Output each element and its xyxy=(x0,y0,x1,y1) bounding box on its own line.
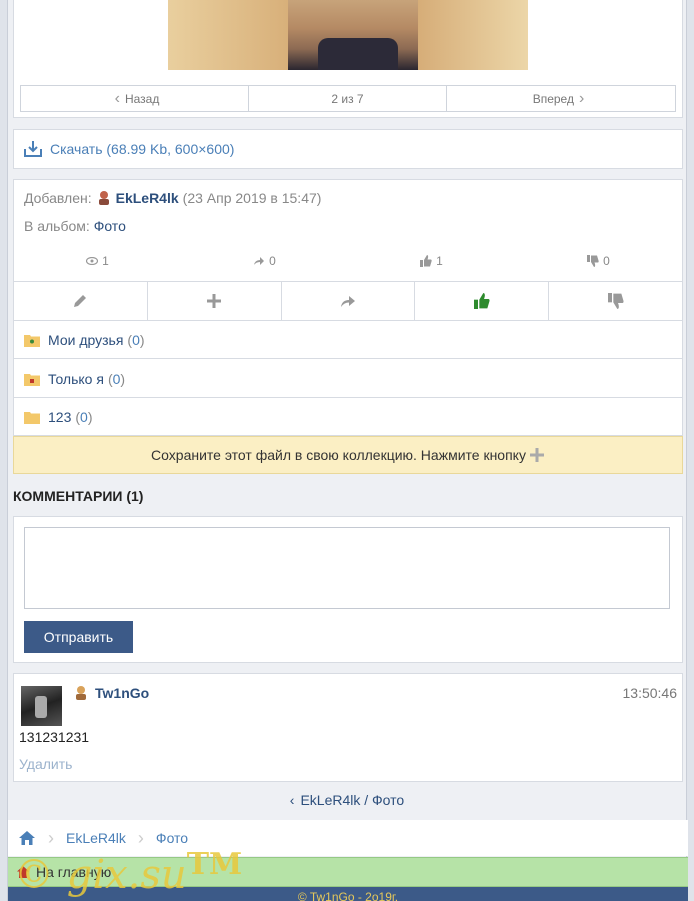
prev-button[interactable]: ‹ Назад xyxy=(21,86,249,111)
home-bar[interactable]: На главную xyxy=(8,857,688,887)
action-bar xyxy=(14,281,682,321)
home-icon xyxy=(17,866,29,878)
pencil-icon xyxy=(74,295,87,307)
folder-row[interactable]: Мои друзья (0) xyxy=(14,321,682,359)
share-icon xyxy=(254,257,265,265)
home-icon[interactable] xyxy=(18,830,36,846)
views-stat: 1 xyxy=(14,254,181,268)
chevron-left-icon: ‹ xyxy=(114,89,120,107)
shares-stat: 0 xyxy=(181,254,348,268)
chevron-right-icon: › xyxy=(137,827,144,848)
collection-notice: Сохраните этот файл в свою коллекцию. На… xyxy=(13,436,683,474)
chevron-left-icon: ‹ xyxy=(289,792,295,808)
share-icon xyxy=(340,296,355,307)
folder-row[interactable]: Только я (0) xyxy=(14,360,682,398)
download-link[interactable]: Скачать (68.99 Kb, 600×600) xyxy=(50,141,234,157)
dislikes-stat: 0 xyxy=(515,254,682,268)
add-to-collection-button[interactable] xyxy=(148,282,282,320)
chevron-right-icon: › xyxy=(578,89,585,107)
avatar[interactable] xyxy=(21,686,62,726)
pager-position: 2 из 7 xyxy=(249,86,447,111)
user-avatar-icon xyxy=(98,191,109,205)
folder-friends-icon xyxy=(24,334,40,347)
page: ‹ Назад 2 из 7 Вперед › Скачать (68.99 K… xyxy=(7,0,688,901)
thumbs-down-icon xyxy=(607,293,624,309)
folder-private-icon xyxy=(24,373,40,386)
thumbs-up-icon xyxy=(420,255,432,267)
breadcrumb-item[interactable]: EkLeR4lk xyxy=(66,830,126,846)
added-date: (23 Апр 2019 в 15:47) xyxy=(182,190,322,206)
plus-icon xyxy=(207,294,222,308)
author-link[interactable]: EkLeR4lk xyxy=(116,190,179,206)
footer: © Tw1nGo - 2o19г. xyxy=(8,887,688,901)
added-row: Добавлен: EkLeR4lk (23 Апр 2019 в 15:47) xyxy=(24,190,322,206)
file-info-card: Добавлен: EkLeR4lk (23 Апр 2019 в 15:47)… xyxy=(13,179,683,436)
next-button[interactable]: Вперед › xyxy=(447,86,675,111)
photo-card: ‹ Назад 2 из 7 Вперед › xyxy=(13,0,683,118)
comment-item: Tw1nGo 13:50:46 131231231 Удалить xyxy=(13,673,683,782)
comments-title: КОММЕНТАРИИ (1) xyxy=(13,488,144,504)
user-status-icon xyxy=(76,686,86,700)
comment-author[interactable]: Tw1nGo xyxy=(95,685,149,701)
folder-row[interactable]: 123 (0) xyxy=(14,398,682,436)
eye-icon xyxy=(86,257,99,265)
like-button[interactable] xyxy=(415,282,550,320)
plus-icon xyxy=(529,448,544,462)
back-link[interactable]: ‹ EkLeR4lk / Фото xyxy=(8,792,686,808)
share-button[interactable] xyxy=(282,282,416,320)
delete-comment-link[interactable]: Удалить xyxy=(19,756,72,772)
submit-button[interactable]: Отправить xyxy=(24,621,133,653)
comment-time: 13:50:46 xyxy=(622,685,678,701)
stats-row: 1 0 1 0 xyxy=(14,254,682,268)
breadcrumb: › EkLeR4lk › Фото xyxy=(8,820,688,856)
download-card: Скачать (68.99 Kb, 600×600) xyxy=(13,129,683,169)
photo-image[interactable] xyxy=(168,0,528,70)
comment-text: 131231231 xyxy=(19,729,90,745)
comment-form: Отправить xyxy=(13,516,683,663)
download-icon xyxy=(24,141,42,157)
dislike-button[interactable] xyxy=(549,282,682,320)
comment-input[interactable] xyxy=(24,527,670,609)
photo-pager: ‹ Назад 2 из 7 Вперед › xyxy=(20,85,676,112)
breadcrumb-item[interactable]: Фото xyxy=(156,830,188,846)
album-link[interactable]: Фото xyxy=(94,218,126,234)
album-row: В альбом: Фото xyxy=(24,218,126,234)
folder-icon xyxy=(24,412,40,424)
chevron-right-icon: › xyxy=(48,827,54,848)
thumbs-down-icon xyxy=(587,255,599,267)
thumbs-up-icon xyxy=(473,293,490,309)
likes-stat: 1 xyxy=(348,254,515,268)
edit-button[interactable] xyxy=(14,282,148,320)
